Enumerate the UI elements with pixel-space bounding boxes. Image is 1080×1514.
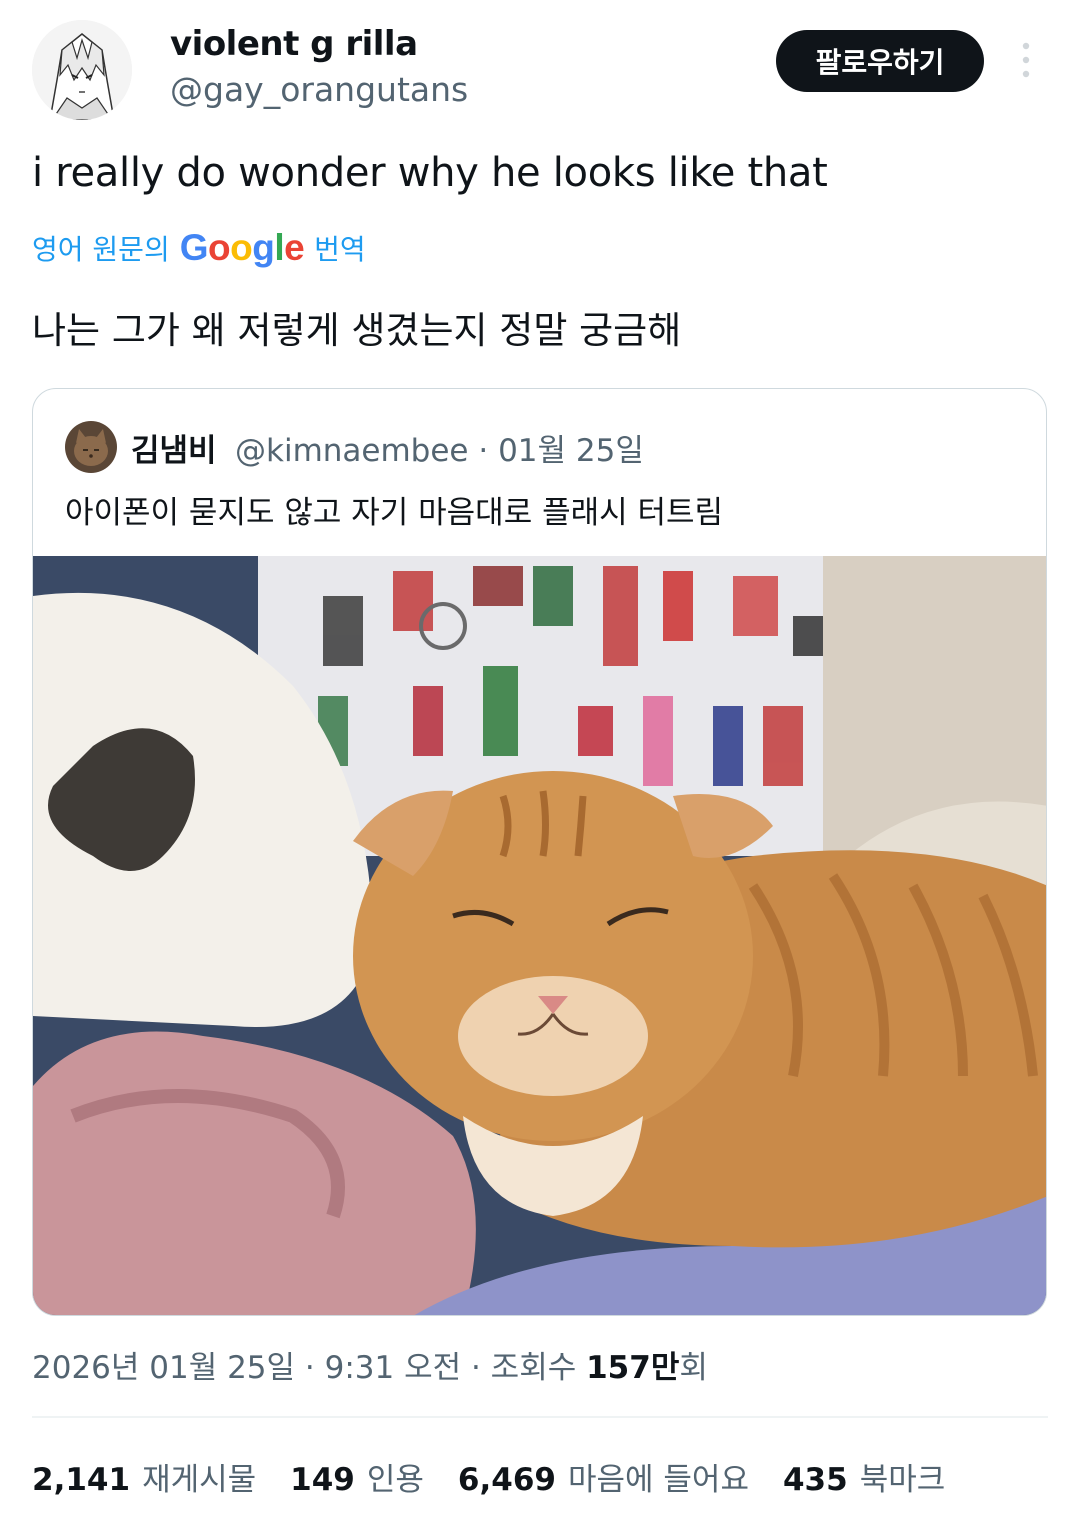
ginger-cat-photo[interactable]: [33, 556, 1047, 1316]
reposts-count: 2,141: [32, 1462, 131, 1498]
google-logo-letter: o: [207, 227, 231, 268]
bookmarks-stat[interactable]: 435 북마크: [783, 1454, 945, 1499]
quote-author-name[interactable]: 김냄비: [131, 425, 217, 470]
quote-author-avatar[interactable]: [65, 421, 117, 473]
anime-character-avatar-icon: [32, 20, 132, 120]
google-logo: Google: [179, 227, 305, 269]
reposts-label: 재게시물: [142, 1462, 257, 1498]
tweet-meta: 2026년 01월 25일 · 9:31 오전 · 조회수 157만회: [32, 1342, 708, 1387]
tweet-timestamp[interactable]: 2026년 01월 25일 · 9:31 오전 · 조회수: [32, 1350, 576, 1386]
follow-button[interactable]: 팔로우하기: [776, 30, 984, 92]
cat-avatar-icon: [65, 421, 117, 473]
google-logo-letter: G: [179, 227, 209, 268]
divider: [32, 1416, 1048, 1418]
likes-count: 6,469: [457, 1462, 556, 1498]
quote-date: · 01월 25일: [478, 433, 644, 469]
translation-source-label: 영어 원문의: [32, 233, 170, 266]
tweet-text: i really do wonder why he looks like tha…: [32, 150, 828, 196]
author-handle[interactable]: @gay_orangutans: [170, 70, 468, 109]
quotes-stat[interactable]: 149 인용: [290, 1454, 424, 1499]
likes-stat[interactable]: 6,469 마음에 들어요: [458, 1454, 749, 1499]
more-options-icon[interactable]: [1014, 40, 1038, 80]
google-logo-letter: g: [252, 227, 275, 268]
author-display-name[interactable]: violent g rilla: [170, 24, 418, 64]
view-count-suffix: 회: [679, 1350, 708, 1386]
quotes-label: 인용: [366, 1462, 424, 1498]
google-logo-letter: e: [284, 227, 305, 268]
view-count: 157만: [586, 1350, 680, 1386]
bookmarks-count: 435: [782, 1462, 848, 1498]
translation-row: 영어 원문의 Google 번역: [32, 226, 366, 270]
quote-tweet-card[interactable]: 김냄비 @kimnaembee · 01월 25일 아이폰이 묻지도 않고 자기…: [32, 388, 1047, 1316]
reposts-stat[interactable]: 2,141 재게시물: [32, 1454, 256, 1499]
quote-handle-date: @kimnaembee · 01월 25일: [235, 425, 644, 470]
google-logo-letter: o: [230, 227, 253, 268]
quote-author-handle[interactable]: @kimnaembee: [235, 433, 469, 469]
google-logo-letter: l: [274, 227, 285, 268]
engagement-stats: 2,141 재게시물 149 인용 6,469 마음에 들어요 435 북마크: [32, 1454, 979, 1499]
author-avatar[interactable]: [32, 20, 132, 120]
bookmarks-label: 북마크: [859, 1462, 946, 1498]
quotes-count: 149: [290, 1462, 355, 1498]
likes-label: 마음에 들어요: [567, 1462, 749, 1498]
translate-action-link[interactable]: 번역: [314, 228, 366, 268]
translated-text: 나는 그가 왜 저렇게 생겼는지 정말 궁금해: [32, 309, 682, 352]
quote-text: 아이폰이 묻지도 않고 자기 마음대로 플래시 터트림: [65, 495, 724, 531]
